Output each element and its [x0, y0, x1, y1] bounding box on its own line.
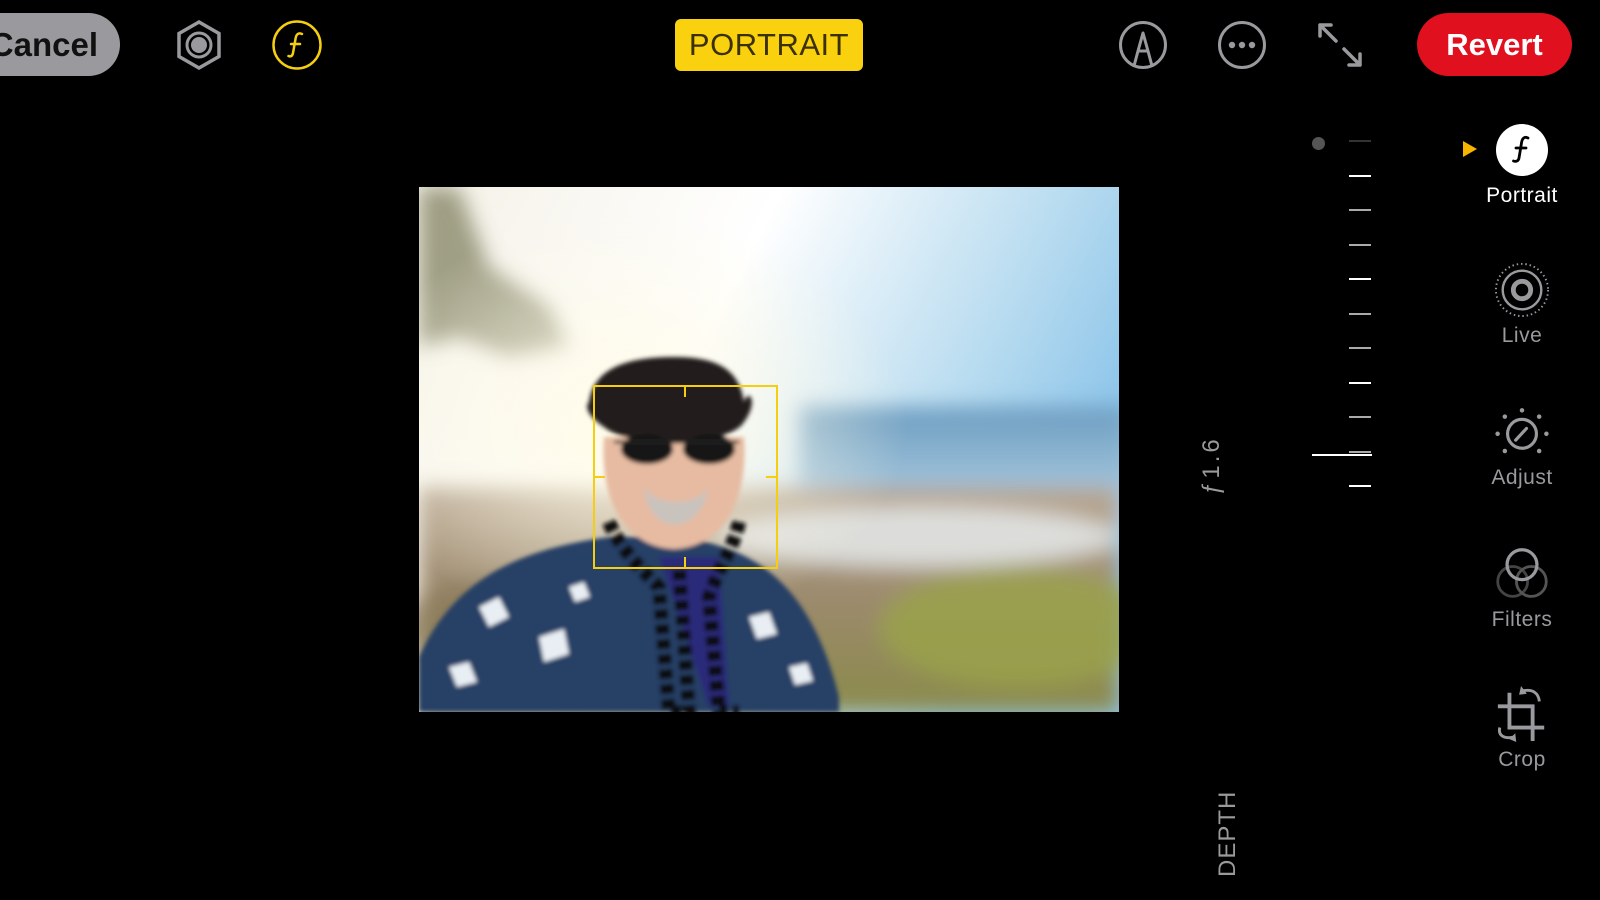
expand-icon [1318, 23, 1362, 67]
tool-filters-label: Filters [1491, 608, 1553, 631]
filters-icon [1496, 548, 1548, 598]
crop-rotate-icon [1497, 686, 1545, 742]
portrait-mode-badge[interactable]: PORTRAIT [675, 19, 863, 71]
tool-portrait[interactable]: Portrait [1462, 122, 1582, 208]
markup-button[interactable] [1117, 19, 1169, 71]
slider-position-indicator[interactable] [1312, 453, 1372, 456]
tool-adjust-label: Adjust [1491, 466, 1553, 489]
adjust-dial-icon [1495, 408, 1549, 454]
tool-crop[interactable]: Crop [1462, 686, 1582, 772]
slider-tick [1349, 140, 1371, 142]
depth-slider[interactable] [1300, 130, 1380, 500]
more-button[interactable] [1216, 19, 1268, 71]
portrait-f-icon [1496, 124, 1548, 176]
slider-tick [1349, 450, 1371, 453]
portrait-lighting-button[interactable] [173, 19, 225, 71]
tool-adjust[interactable]: Adjust [1462, 404, 1582, 490]
aperture-button[interactable] [271, 19, 323, 71]
slider-tick [1349, 174, 1371, 177]
markup-icon [1119, 21, 1167, 69]
tool-live[interactable]: Live [1462, 262, 1582, 348]
tool-portrait-label: Portrait [1486, 184, 1558, 207]
photo-image [419, 187, 1119, 712]
slider-tick [1349, 347, 1371, 349]
aperture-f-icon [272, 20, 322, 70]
slider-tick [1349, 416, 1371, 418]
revert-button[interactable]: Revert [1417, 13, 1572, 76]
slider-tick [1349, 485, 1371, 487]
tool-crop-label: Crop [1498, 748, 1546, 771]
cancel-button[interactable]: Cancel [0, 13, 120, 76]
expand-button[interactable] [1314, 19, 1366, 71]
live-icon [1494, 262, 1550, 318]
slider-start-dot [1312, 137, 1325, 150]
slider-tick [1349, 381, 1371, 384]
tool-filters[interactable]: Filters [1462, 546, 1582, 632]
aperture-value: ƒ1.6 [1198, 436, 1225, 495]
slider-tick [1349, 209, 1371, 211]
depth-label: DEPTH [1214, 790, 1241, 877]
slider-tick [1349, 312, 1371, 315]
portrait-lighting-icon [177, 19, 221, 71]
slider-tick [1349, 243, 1371, 246]
photo-canvas[interactable] [419, 187, 1119, 712]
more-icon [1218, 21, 1266, 69]
tool-live-label: Live [1501, 324, 1543, 347]
slider-tick [1349, 278, 1371, 280]
